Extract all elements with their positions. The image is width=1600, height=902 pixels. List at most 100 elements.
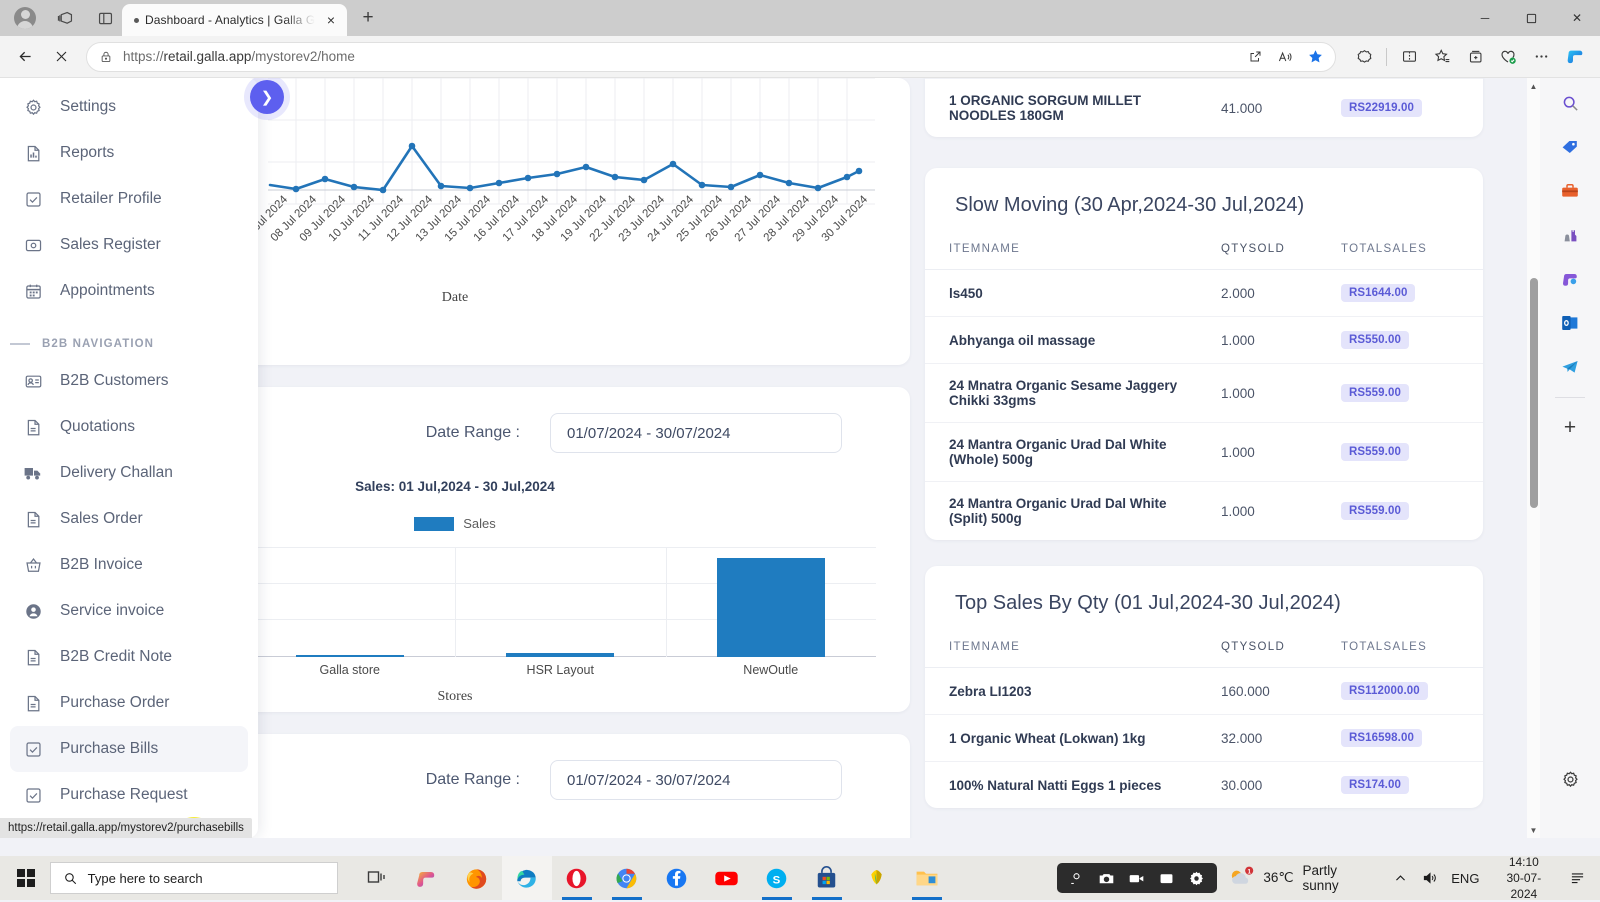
- games-icon[interactable]: [1553, 218, 1587, 252]
- sidebar-item-settings[interactable]: Settings: [10, 84, 248, 130]
- scroll-up-arrow[interactable]: ▲: [1527, 78, 1540, 94]
- sidebar-item-sales-order[interactable]: Sales Order: [10, 496, 248, 542]
- sidebar-item-purchase-request[interactable]: Purchase Request: [10, 772, 248, 818]
- browser-essentials-icon[interactable]: [1348, 42, 1380, 72]
- sidebar-toggle-button[interactable]: ❯: [250, 80, 284, 114]
- settings-gear-icon[interactable]: [1553, 762, 1587, 796]
- split-screen-icon[interactable]: [88, 3, 122, 33]
- sidebar-item-service-invoice[interactable]: Service invoice: [10, 588, 248, 634]
- back-icon[interactable]: [8, 41, 42, 73]
- sidebar-item-quotations[interactable]: Quotations: [10, 404, 248, 450]
- taskbar-skype-button[interactable]: S: [752, 856, 802, 900]
- table-row[interactable]: 24 Mantra Organic Urad Dal White (Split)…: [925, 482, 1483, 541]
- split-screen-toolbar-icon[interactable]: [1393, 42, 1425, 72]
- bottom-sales-daterange-input[interactable]: 01/07/2024 - 30/07/2024: [550, 760, 842, 800]
- task-view-button[interactable]: [352, 856, 402, 900]
- language-indicator[interactable]: ENG: [1445, 856, 1485, 900]
- legend-swatch-sales: [414, 517, 454, 531]
- address-bar[interactable]: https://retail.galla.app/mystorev2/home: [86, 42, 1336, 72]
- new-tab-button[interactable]: +: [353, 3, 383, 33]
- taskbar-tulip-button[interactable]: [852, 856, 902, 900]
- page-scrollbar[interactable]: ▲ ▼: [1527, 78, 1540, 838]
- window-capture-icon[interactable]: [1154, 867, 1180, 889]
- favorite-star-icon[interactable]: [1301, 44, 1329, 70]
- start-button[interactable]: [4, 856, 48, 900]
- collections-icon[interactable]: [1459, 42, 1491, 72]
- qty-cell: 1.000: [1213, 482, 1333, 541]
- table-row[interactable]: 1 Organic Wheat (Lokwan) 1kg 32.000 RS16…: [925, 715, 1483, 762]
- copilot-icon[interactable]: [1553, 262, 1587, 296]
- sidebar-item-label: Settings: [60, 98, 116, 116]
- close-tab-icon[interactable]: ×: [321, 10, 341, 30]
- table-row[interactable]: Zebra LI1203 160.000 RS112000.00: [925, 668, 1483, 715]
- add-icon[interactable]: +: [1553, 411, 1587, 445]
- tools-icon[interactable]: [1553, 174, 1587, 208]
- more-options-icon[interactable]: [1525, 42, 1557, 72]
- sidebar-item-retailer-profile[interactable]: Retailer Profile: [10, 176, 248, 222]
- browser-tab-active[interactable]: Dashboard - Analytics | Galla GST ×: [122, 4, 347, 36]
- table-row[interactable]: 100% Natural Natti Eggs 1 pieces 30.000 …: [925, 762, 1483, 809]
- read-aloud-icon[interactable]: [1271, 44, 1299, 70]
- section-label: B2B NAVIGATION: [42, 338, 154, 350]
- taskbar-firefox-button[interactable]: [452, 856, 502, 900]
- sidebar-item-appointments[interactable]: Appointments: [10, 268, 248, 314]
- outlook-icon[interactable]: [1553, 306, 1587, 340]
- telegram-icon[interactable]: [1553, 350, 1587, 384]
- capture-menu-icon[interactable]: [1064, 867, 1090, 889]
- weather-widget[interactable]: 1 36℃ Partly sunny: [1217, 863, 1386, 893]
- avatar: [14, 7, 36, 29]
- bar-newoutle: [717, 558, 825, 657]
- tab-groups-icon[interactable]: [48, 3, 82, 33]
- table-row[interactable]: 24 Mantra Organic Urad Dal White (Whole)…: [925, 423, 1483, 482]
- copilot-icon[interactable]: [1558, 42, 1592, 72]
- minimize-button[interactable]: ─: [1462, 0, 1508, 36]
- sidebar-item-purchase-bills[interactable]: Purchase Bills: [10, 726, 248, 772]
- sidebar-item-label: Appointments: [60, 282, 155, 300]
- sidebar-item-b2b-customers[interactable]: B2B Customers: [10, 358, 248, 404]
- sidebar-item-purchase-order[interactable]: Purchase Order: [10, 680, 248, 726]
- show-hidden-icons-chevron[interactable]: [1386, 856, 1416, 900]
- taskbar-facebook-button[interactable]: [652, 856, 702, 900]
- table-row[interactable]: Abhyanga oil massage 1.000 RS550.00: [925, 317, 1483, 364]
- profile-avatar-button[interactable]: [8, 3, 42, 33]
- favorites-list-icon[interactable]: [1426, 42, 1458, 72]
- table-row[interactable]: 24 Mnatra Organic Sesame Jaggery Chikki …: [925, 364, 1483, 423]
- scroll-down-arrow[interactable]: ▼: [1527, 822, 1540, 838]
- browser-health-icon[interactable]: [1492, 42, 1524, 72]
- bar-cell: [245, 547, 456, 657]
- taskbar-copilot-button[interactable]: [402, 856, 452, 900]
- video-icon[interactable]: [1124, 867, 1150, 889]
- table-row[interactable]: 1 ORGANIC SORGUM MILLET NOODLES 180GM 41…: [925, 79, 1483, 138]
- taskbar-store-button[interactable]: [802, 856, 852, 900]
- search-placeholder-text: Type here to search: [88, 871, 203, 886]
- close-window-button[interactable]: ✕: [1554, 0, 1600, 36]
- sidebar-section-b2b: B2B NAVIGATION: [0, 322, 258, 358]
- url-path: /mystorev2/home: [251, 49, 355, 64]
- taskbar-opera-button[interactable]: [552, 856, 602, 900]
- taskbar-clock[interactable]: 14:10 30-07-2024: [1485, 854, 1562, 902]
- maximize-button[interactable]: [1508, 0, 1554, 36]
- camera-icon[interactable]: [1094, 867, 1120, 889]
- taskbar-app-buttons: S: [352, 856, 952, 900]
- taskbar-chrome-button[interactable]: [602, 856, 652, 900]
- volume-icon[interactable]: [1416, 856, 1446, 900]
- taskbar-file-explorer-button[interactable]: [902, 856, 952, 900]
- taskbar-youtube-button[interactable]: [702, 856, 752, 900]
- sidebar-item-sales-register[interactable]: Sales Register: [10, 222, 248, 268]
- store-sales-daterange-input[interactable]: 01/07/2024 - 30/07/2024: [550, 413, 842, 453]
- sidebar-item-delivery-challan[interactable]: Delivery Challan: [10, 450, 248, 496]
- table-row[interactable]: ls450 2.000 RS1644.00: [925, 270, 1483, 317]
- slow-moving-table: ITEMNAME QTYSOLD TOTALSALES ls450 2.000 …: [925, 221, 1483, 540]
- sidebar-item-b2b-credit-note[interactable]: B2B Credit Note: [10, 634, 248, 680]
- page-scroll-thumb[interactable]: [1530, 278, 1538, 508]
- taskbar-edge-button[interactable]: [502, 856, 552, 900]
- open-in-app-icon[interactable]: [1241, 44, 1269, 70]
- search-icon[interactable]: [1553, 86, 1587, 120]
- shopping-tag-icon[interactable]: [1553, 130, 1587, 164]
- capture-settings-icon[interactable]: [1184, 867, 1210, 889]
- sidebar-item-reports[interactable]: Reports: [10, 130, 248, 176]
- notification-center-icon[interactable]: [1562, 856, 1592, 900]
- sidebar-item-b2b-invoice[interactable]: B2B Invoice: [10, 542, 248, 588]
- taskbar-search-box[interactable]: Type here to search: [50, 862, 338, 894]
- stop-loading-icon[interactable]: [44, 41, 78, 73]
